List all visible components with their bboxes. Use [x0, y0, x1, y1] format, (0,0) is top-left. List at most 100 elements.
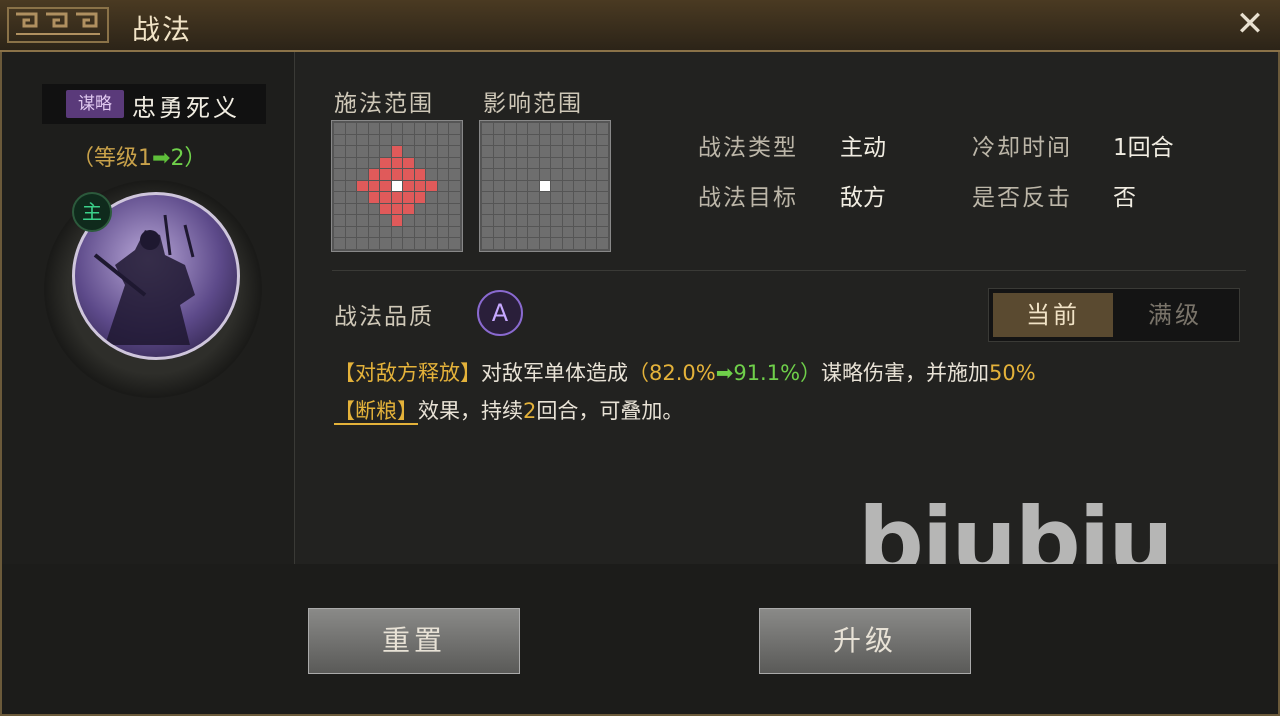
grid-cell: [391, 215, 403, 226]
grid-cell: [437, 238, 449, 249]
grid-cell: [437, 180, 449, 192]
upgrade-button[interactable]: 升级: [759, 608, 971, 674]
grid-cell: [585, 169, 597, 180]
tab-max-level[interactable]: 满级: [1115, 293, 1235, 337]
grid-cell: [505, 169, 516, 180]
grid-cell: [528, 226, 539, 238]
grid-cell: [345, 134, 357, 146]
grid-cell: [597, 169, 608, 180]
grid-cell: [426, 180, 437, 192]
grid-cell: [597, 192, 608, 203]
main-skill-badge: 主: [72, 192, 112, 232]
grid-cell: [516, 226, 528, 238]
grid-cell: [345, 180, 357, 192]
skill-type-label: 战法类型: [698, 135, 798, 161]
grid-cell: [482, 180, 493, 192]
grid-cell: [357, 169, 368, 180]
grid-cell: [482, 192, 493, 203]
grid-cell: [414, 238, 426, 249]
grid-cell: [516, 146, 528, 157]
grid-cell: [449, 203, 460, 215]
skill-description: 【对敌方释放】对敌军单体造成（82.0%➡91.1%）谋略伤害，并施加50% 【…: [334, 354, 1234, 430]
grid-cell: [505, 157, 516, 169]
grid-cell: [437, 146, 449, 157]
grid-cell: [562, 134, 574, 146]
grid-cell: [437, 123, 449, 134]
grid-cell: [414, 180, 426, 192]
grid-cell: [597, 123, 608, 134]
skill-name-box: 谋略 忠勇死义: [42, 84, 266, 124]
grid-cell: [403, 134, 414, 146]
grid-cell: [345, 169, 357, 180]
grid-cell: [345, 215, 357, 226]
grid-cell: [403, 226, 414, 238]
grid-cell: [482, 123, 493, 134]
grid-cell: [368, 192, 380, 203]
grid-cell: [345, 192, 357, 203]
grid-cell: [505, 180, 516, 192]
grid-cell: [414, 215, 426, 226]
grid-cell: [334, 192, 345, 203]
reset-button[interactable]: 重置: [308, 608, 520, 674]
grid-cell: [574, 238, 585, 249]
grid-cell: [574, 146, 585, 157]
grid-cell: [539, 134, 551, 146]
counter-value: 否: [1113, 185, 1136, 211]
grid-cell: [357, 203, 368, 215]
close-icon[interactable]: ✕: [1232, 6, 1268, 42]
grid-cell: [437, 226, 449, 238]
grid-cell: [414, 134, 426, 146]
grid-cell: [334, 123, 345, 134]
grid-cell: [539, 146, 551, 157]
grid-cell: [574, 226, 585, 238]
grid-cell: [597, 203, 608, 215]
grid-cell: [551, 192, 562, 203]
level-toggle: 当前 满级: [988, 288, 1240, 342]
grid-cell: [528, 203, 539, 215]
skill-target-label: 战法目标: [698, 185, 798, 211]
page-title: 战法: [132, 13, 193, 46]
grid-cell: [345, 157, 357, 169]
grid-cell: [493, 157, 505, 169]
grid-cell: [551, 215, 562, 226]
skill-target-value: 敌方: [840, 185, 886, 211]
grid-cell: [403, 215, 414, 226]
desc-percent: 50%: [989, 361, 1036, 385]
desc-text-2: 谋略伤害，并施加: [821, 361, 990, 385]
grid-cell: [516, 203, 528, 215]
skill-level: （等级1➡2）: [72, 140, 206, 172]
grid-cell: [414, 203, 426, 215]
grid-cell: [482, 215, 493, 226]
grid-cell: [391, 123, 403, 134]
skill-type-value: 主动: [840, 135, 886, 161]
grid-cell: [357, 238, 368, 249]
grid-cell: [449, 134, 460, 146]
grid-cell: [437, 215, 449, 226]
grid-cell: [437, 157, 449, 169]
grid-cell: [597, 134, 608, 146]
grid-cell: [505, 123, 516, 134]
tab-current[interactable]: 当前: [993, 293, 1113, 337]
grid-cell: [505, 226, 516, 238]
grid-cell: [449, 146, 460, 157]
grid-cell: [380, 169, 391, 180]
desc-status-link[interactable]: 【断粮】: [334, 399, 418, 425]
grid-cell: [585, 238, 597, 249]
grid-cell: [368, 215, 380, 226]
grid-cell: [449, 192, 460, 203]
grid-cell: [528, 180, 539, 192]
grid-cell: [368, 203, 380, 215]
grid-cell: [539, 238, 551, 249]
grid-cell: [562, 180, 574, 192]
grid-cell: [380, 180, 391, 192]
grid-cell: [505, 134, 516, 146]
grid-cell: [597, 157, 608, 169]
grid-cell: [493, 146, 505, 157]
grid-cell: [357, 157, 368, 169]
grid-cell: [493, 226, 505, 238]
footer: [2, 564, 1278, 714]
grid-cell: [574, 134, 585, 146]
grid-cell: [380, 226, 391, 238]
level-arrow-icon: ➡: [152, 146, 171, 171]
grid-cell: [403, 238, 414, 249]
